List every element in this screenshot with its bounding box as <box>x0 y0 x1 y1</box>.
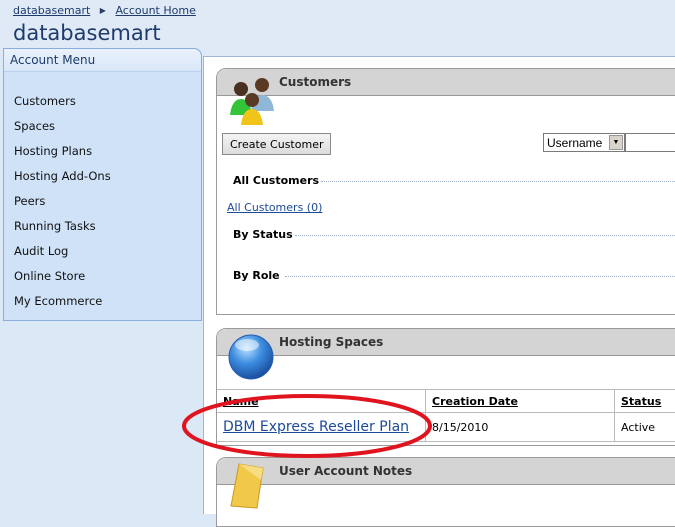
section-divider <box>285 276 675 277</box>
by-role-heading: By Role <box>233 269 280 282</box>
sidebar-item-online-store[interactable]: Online Store <box>4 270 111 295</box>
sidebar-item-my-ecommerce[interactable]: My Ecommerce <box>4 295 111 320</box>
column-header-status[interactable]: Status <box>615 390 675 413</box>
breadcrumb-arrow-icon: ▶ <box>100 6 106 15</box>
customers-panel: Customers Create Customer Username ▼ All… <box>216 68 675 315</box>
sidebar-item-hosting-plans[interactable]: Hosting Plans <box>4 145 111 170</box>
by-status-section: By Status <box>233 228 675 241</box>
all-customers-heading: All Customers <box>233 174 319 187</box>
section-divider <box>295 235 675 236</box>
by-role-section: By Role <box>233 269 675 282</box>
table-header-row: Name Creation Date Status <box>217 390 675 413</box>
sidebar-item-peers[interactable]: Peers <box>4 195 111 220</box>
notes-panel-header: User Account Notes <box>217 458 675 485</box>
hosting-space-link[interactable]: DBM Express Reseller Plan <box>223 419 409 435</box>
status-cell: Active <box>615 413 675 442</box>
customers-panel-title: Customers <box>279 75 351 89</box>
creation-date-cell: 8/15/2010 <box>426 413 615 442</box>
by-status-heading: By Status <box>233 228 293 241</box>
note-icon <box>227 462 267 512</box>
hosting-spaces-table: Name Creation Date Status DBM Express Re… <box>217 389 675 442</box>
column-header-name[interactable]: Name <box>217 390 426 413</box>
search-field-select[interactable]: Username ▼ <box>543 133 625 152</box>
all-customers-link[interactable]: All Customers (0) <box>227 201 322 214</box>
customers-panel-header: Customers <box>217 69 675 96</box>
breadcrumb-account-home-link[interactable]: Account Home <box>115 4 195 17</box>
breadcrumb: databasemart ▶ Account Home <box>13 4 196 17</box>
sidebar-item-spaces[interactable]: Spaces <box>4 120 111 145</box>
table-row: DBM Express Reseller Plan 8/15/2010 Acti… <box>217 413 675 442</box>
sidebar-item-audit-log[interactable]: Audit Log <box>4 245 111 270</box>
all-customers-section: All Customers <box>233 174 675 187</box>
site-title: databasemart <box>13 21 161 45</box>
search-field-selected-value: Username <box>547 136 602 150</box>
notes-panel-title: User Account Notes <box>279 464 412 478</box>
sidebar-item-running-tasks[interactable]: Running Tasks <box>4 220 111 245</box>
hosting-spaces-panel-header: Hosting Spaces <box>217 329 675 356</box>
sidebar-item-hosting-add-ons[interactable]: Hosting Add-Ons <box>4 170 111 195</box>
hosting-spaces-panel-title: Hosting Spaces <box>279 335 383 349</box>
customers-icon <box>227 73 277 125</box>
chevron-down-icon[interactable]: ▼ <box>609 135 623 150</box>
account-menu-title: Account Menu <box>4 49 201 72</box>
column-header-creation-date[interactable]: Creation Date <box>426 390 615 413</box>
hosting-spaces-panel: Hosting Spaces Name Creation Date Status… <box>216 328 675 446</box>
customer-search-input[interactable] <box>625 133 675 152</box>
create-customer-button[interactable]: Create Customer <box>222 133 331 155</box>
sidebar-item-customers[interactable]: Customers <box>4 95 111 120</box>
breadcrumb-root-link[interactable]: databasemart <box>13 4 90 17</box>
user-account-notes-panel: User Account Notes <box>216 457 675 527</box>
account-menu: Account Menu Customers Spaces Hosting Pl… <box>3 48 202 321</box>
globe-icon <box>227 333 275 381</box>
section-divider <box>321 181 675 182</box>
